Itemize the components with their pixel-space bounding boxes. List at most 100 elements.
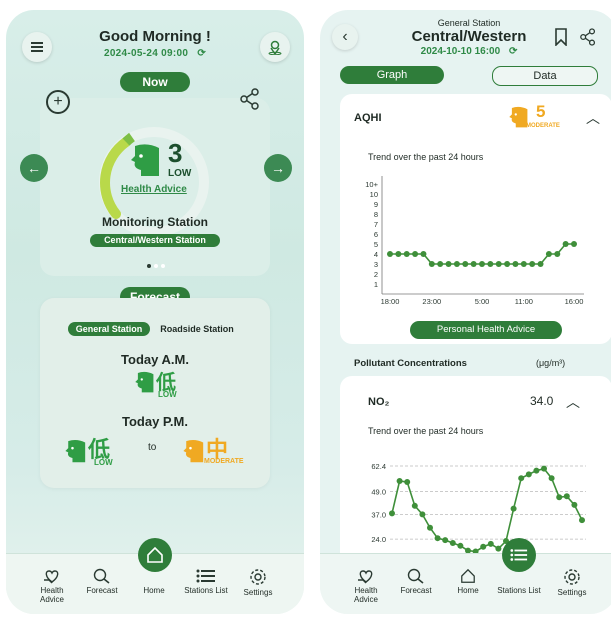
no2-point [510,505,517,512]
y-tick-label: 8 [374,210,378,219]
aqhi-point [437,261,444,267]
no2-point [449,539,456,546]
y-tick-label: 2 [374,270,378,279]
settings-icon [564,569,580,585]
health-advice-link[interactable]: Health Advice [121,184,187,195]
aqhi-point [520,261,527,267]
x-tick-label: 23:00 [422,297,441,306]
aqhi-point [562,241,569,247]
station-detail-screen: ‹ General Station Central/Western 2024-1… [320,10,611,614]
forecast-icon [93,568,110,584]
y-tick-label: 10+ [365,180,378,189]
y-tick-label: 49.0 [371,488,386,497]
nav-home[interactable]: Home [440,568,496,595]
no2-point [571,501,578,508]
aqhi-point [403,251,410,257]
aqhi-point [537,261,544,267]
x-tick-label: 18:00 [381,297,400,306]
home-screen: Good Morning ! 2024-05-24 09:00 ⟳ Now + … [6,10,304,614]
no2-point [533,467,540,474]
no2-point [563,493,570,500]
greeting: Good Morning ! [99,28,211,45]
no2-point [480,543,487,550]
arrow-right-icon: → [271,160,285,176]
today-am-label: Today A.M. [121,352,189,367]
bookmark-icon[interactable] [554,28,568,46]
aqhi-point [512,261,519,267]
face-low-icon [131,144,159,176]
aqhi-point [462,261,469,267]
aqhi-point [387,251,393,257]
aqhi-point [487,261,494,267]
now-tab[interactable]: Now [120,72,190,92]
aqhi-point [529,261,536,267]
nav-stations-list-button[interactable] [502,538,536,572]
no2-point [411,502,418,509]
home-icon [461,568,475,583]
health-advice-icon [358,570,373,584]
aqhi-point [571,241,577,247]
no2-point [396,478,403,485]
location-pin-icon [268,40,282,55]
nav-settings[interactable]: Settings [230,568,286,597]
today-pm-label: Today P.M. [122,414,188,429]
aqhi-point [453,261,460,267]
nav-home-button[interactable] [138,538,172,572]
no2-point [495,545,502,552]
y-tick-label: 7 [374,220,378,229]
y-tick-label: 3 [374,260,378,269]
face-low-icon [135,371,154,393]
tab-data[interactable]: Data [492,66,598,86]
aqhi-value: 3 [168,138,183,168]
nav-settings[interactable]: Settings [544,568,600,597]
segment-roadside-station[interactable]: Roadside Station [152,322,242,336]
aqhi-point [395,251,402,257]
no2-point [427,524,433,531]
y-tick-label: 6 [374,230,378,239]
refresh-icon[interactable]: ⟳ [197,48,206,59]
forecast-icon [407,568,424,584]
nav-home-label[interactable]: Home [126,586,182,595]
tab-graph[interactable]: Graph [340,66,444,84]
personal-health-advice-button[interactable]: Personal Health Advice [410,321,562,339]
page-dot [154,264,158,268]
no2-point [457,542,464,549]
aqhi-point [412,251,419,257]
no2-point [419,511,426,518]
share-icon[interactable] [580,28,596,46]
station-name[interactable]: Central/Western Station [90,234,220,247]
prev-station-button[interactable]: ← [20,154,48,182]
segment-general-station[interactable]: General Station [68,322,150,336]
y-tick-label: 9 [374,200,378,209]
location-button[interactable] [260,32,290,62]
bottom-nav: Health Advice Forecast Home Stations Lis… [320,538,611,614]
pollutant-unit: (μg/m³) [536,358,566,368]
nav-stations-list[interactable]: Stations List [178,568,234,595]
page-dot [161,264,165,268]
nav-forecast[interactable]: Forecast [74,568,130,595]
nav-health-advice[interactable]: Health Advice [338,568,394,604]
aqhi-card: AQHI 5 MODERATE ︿ Trend over the past 24… [340,94,611,344]
y-tick-label: 62.4 [371,462,386,471]
next-station-button[interactable]: → [264,154,292,182]
no2-point [404,479,411,485]
stations-list-icon [510,549,528,561]
x-tick-label: 5:00 [475,297,490,306]
to-label: to [148,442,157,453]
refresh-icon[interactable]: ⟳ [509,46,517,57]
aqhi-point [504,261,511,267]
nav-health-advice[interactable]: Health Advice [24,568,80,604]
add-station-button[interactable]: + [46,90,70,114]
no2-point [434,535,441,542]
share-icon[interactable] [240,88,260,110]
aqhi-point [470,261,477,267]
settings-icon [250,569,266,585]
no2-point [518,475,525,482]
no2-point [487,540,494,547]
y-tick-label: 24.0 [371,535,386,544]
aqhi-point [420,251,427,257]
bottom-nav: Health Advice Forecast Home Stations Lis… [6,538,304,614]
face-moderate-icon [183,439,204,463]
nav-stations-list-label[interactable]: Stations List [491,586,547,595]
nav-forecast[interactable]: Forecast [388,568,444,595]
